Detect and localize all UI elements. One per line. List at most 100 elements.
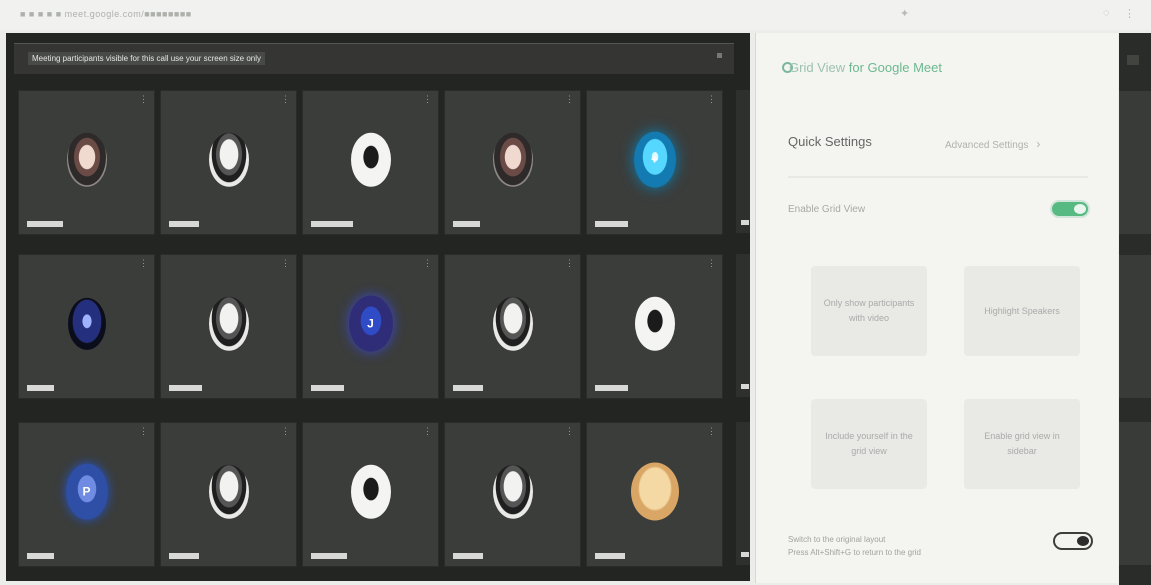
participant-tile[interactable]: ⋮ J Emily	[302, 254, 439, 399]
participant-name-label: Sara	[453, 553, 483, 559]
advanced-settings-label: Advanced Settings	[945, 140, 1029, 151]
original-layout-toggle[interactable]	[1053, 532, 1093, 550]
participant-name-label: Marcus	[311, 553, 347, 559]
participant-name-label: Maya	[169, 221, 199, 227]
participant-tile[interactable]: ⋮ Nina	[160, 422, 297, 567]
tile-more-icon[interactable]: ⋮	[707, 258, 716, 269]
panel-title-main: Grid View	[789, 60, 846, 75]
tile-more-icon[interactable]: ⋮	[707, 426, 716, 437]
tile-more-icon[interactable]: ⋮	[139, 94, 148, 105]
participant-avatar	[492, 132, 533, 187]
tile-more-icon[interactable]: ⋮	[281, 258, 290, 269]
avatar-initial: +	[650, 152, 659, 167]
name-label	[741, 220, 749, 225]
participant-avatar	[350, 132, 391, 187]
participant-tile[interactable]: ⋮ Maya	[160, 90, 297, 235]
participant-avatar	[492, 464, 533, 519]
participant-tile[interactable]: ⋮ + Navid	[586, 90, 723, 235]
participant-name-label: Brit	[453, 385, 483, 391]
participant-tile[interactable]: ⋮ Brit	[444, 254, 581, 399]
tile-more-icon[interactable]: ⋮	[281, 426, 290, 437]
quick-settings-heading: Quick Settings	[788, 134, 872, 149]
participant-tile[interactable]: ⋮ Corin	[160, 254, 297, 399]
advanced-settings-link[interactable]: Advanced Settings ›	[945, 137, 1040, 151]
participant-avatar: +	[633, 131, 676, 188]
participant-avatar	[630, 462, 679, 521]
grid-view-panel: Grid View for Google Meet Quick Settings…	[755, 33, 1118, 583]
extension-icon[interactable]: ✦	[900, 7, 909, 20]
tile-more-icon[interactable]: ⋮	[423, 258, 432, 269]
card-highlight-speakers[interactable]: Highlight Speakers	[964, 266, 1080, 356]
toggle-knob	[1077, 536, 1089, 546]
tile-more-icon[interactable]: ⋮	[565, 258, 574, 269]
tile-more-icon[interactable]: ⋮	[565, 94, 574, 105]
footer-label-main: Switch to the original layout	[788, 535, 886, 544]
name-label	[741, 384, 749, 389]
toggle-knob	[1074, 204, 1086, 214]
participant-tile[interactable]: ⋮ Chen	[586, 422, 723, 567]
participant-name-label: Corin	[169, 385, 202, 391]
participant-name-label: Pat	[27, 553, 54, 559]
tile-strip	[736, 90, 750, 233]
window-tile	[1119, 91, 1151, 234]
enable-grid-toggle[interactable]	[1050, 200, 1090, 218]
participant-name-label: Ivy	[453, 221, 480, 227]
tile-more-icon[interactable]: ⋮	[423, 426, 432, 437]
participant-tile[interactable]: ⋮ Holly	[586, 254, 723, 399]
participant-name-label: Jordan	[27, 221, 63, 227]
participant-avatar	[492, 296, 533, 351]
tile-more-icon[interactable]: ⋮	[707, 94, 716, 105]
participant-tile[interactable]: ⋮ Marcus	[302, 422, 439, 567]
tile-more-icon[interactable]: ⋮	[139, 426, 148, 437]
tile-strip	[736, 254, 750, 397]
participant-name-label: Chen	[595, 553, 625, 559]
participant-tile[interactable]: ⋮ P Pat	[18, 422, 155, 567]
participant-avatar: P	[65, 463, 108, 520]
participant-avatar	[350, 464, 391, 519]
card-video-only[interactable]: Only show participants with video	[811, 266, 927, 356]
banner-indicator	[717, 53, 722, 58]
name-label	[741, 552, 749, 557]
panel-title: Grid View for Google Meet	[789, 60, 942, 75]
participant-tile[interactable]: ⋮ Sara	[444, 422, 581, 567]
tile-strip	[736, 422, 750, 565]
meeting-banner: Meeting participants visible for this ca…	[14, 43, 734, 74]
participant-tile[interactable]: ⋮ Dan	[18, 254, 155, 399]
window-tile	[1119, 255, 1151, 398]
tile-more-icon[interactable]: ⋮	[139, 258, 148, 269]
participant-tile[interactable]: ⋮ Ivy	[444, 90, 581, 235]
window-bar	[1127, 55, 1139, 65]
participant-name-label: Rosalind	[311, 221, 353, 227]
browser-top-bar: ■ ■ ■ ■ ■ meet.google.com/■■■■■■■■ ✦ ◌ ⋮	[0, 0, 1151, 30]
participant-avatar	[66, 132, 107, 187]
participant-name-label: Emily	[311, 385, 344, 391]
participant-name-label: Dan	[27, 385, 54, 391]
card-include-yourself[interactable]: Include yourself in the grid view	[811, 399, 927, 489]
participant-avatar	[634, 296, 675, 351]
participant-tile[interactable]: ⋮ Rosalind	[302, 90, 439, 235]
card-sidebar[interactable]: Enable grid view in sidebar	[964, 399, 1080, 489]
profile-icon[interactable]: ◌	[1103, 7, 1110, 19]
participant-avatar	[208, 296, 249, 351]
tile-more-icon[interactable]: ⋮	[565, 426, 574, 437]
tile-more-icon[interactable]: ⋮	[423, 94, 432, 105]
avatar-initial: P	[82, 484, 91, 499]
tile-more-icon[interactable]: ⋮	[281, 94, 290, 105]
background-window-edge	[1119, 33, 1151, 585]
participant-avatar	[208, 464, 249, 519]
window-tile	[1119, 422, 1151, 565]
footer-label-sub: Press Alt+Shift+G to return to the grid	[788, 548, 921, 557]
participant-avatar: J	[348, 295, 393, 352]
section-divider	[788, 176, 1088, 178]
footer-label: Switch to the original layout Press Alt+…	[788, 533, 1038, 559]
more-icon[interactable]: ⋮	[1124, 7, 1135, 20]
participant-avatar	[208, 132, 249, 187]
enable-grid-label: Enable Grid View	[788, 204, 866, 215]
avatar-initial: J	[367, 316, 374, 331]
address-bar[interactable]: ■ ■ ■ ■ ■ meet.google.com/■■■■■■■■	[20, 9, 192, 19]
participant-tile[interactable]: ⋮ Jordan	[18, 90, 155, 235]
participant-name-label: Holly	[595, 385, 628, 391]
chevron-right-icon: ›	[1036, 137, 1041, 151]
meeting-grid: Meeting participants visible for this ca…	[6, 33, 750, 581]
banner-text: Meeting participants visible for this ca…	[28, 52, 265, 65]
